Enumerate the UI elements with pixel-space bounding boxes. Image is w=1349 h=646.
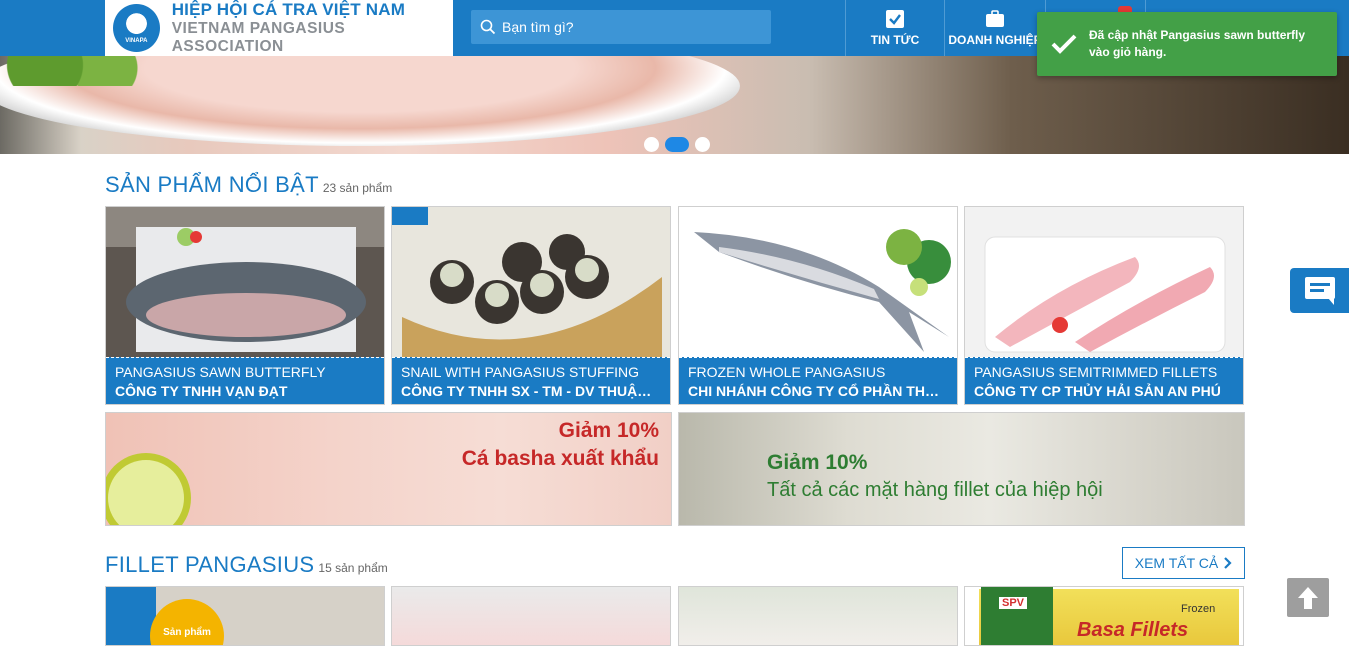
fillet-section-title: FILLET PANGASIUS 15 sản phẩm [105, 552, 388, 578]
product-card[interactable]: SPV Frozen Basa Fillets [964, 586, 1244, 646]
featured-count: 23 sản phẩm [322, 181, 393, 195]
briefcase-icon [986, 10, 1004, 27]
product-caption: SNAIL WITH PANGASIUS STUFFING CÔNG TY TN… [392, 357, 670, 404]
fillet-title-text: FILLET PANGASIUS [105, 552, 315, 577]
carousel-dot[interactable] [695, 137, 710, 152]
product-name[interactable]: SNAIL WITH PANGASIUS STUFFING [401, 364, 661, 380]
product-company[interactable]: CÔNG TY TNHH VẠN ĐẠT [115, 383, 375, 399]
nav-news-label: TIN TỨC [870, 33, 920, 47]
carousel-dots [644, 137, 710, 152]
chat-icon [1304, 276, 1335, 305]
logo-mark-icon: VINAPA [113, 4, 160, 52]
lime-icon [106, 453, 191, 525]
package-side [981, 587, 1053, 645]
product-card[interactable] [391, 586, 671, 646]
product-caption: PANGASIUS SEMITRIMMED FILLETS CÔNG TY CP… [965, 357, 1243, 404]
product-company[interactable]: CÔNG TY CP THỦY HẢI SẢN AN PHÚ [974, 383, 1234, 399]
carousel-dot[interactable] [644, 137, 659, 152]
nav-news[interactable]: TIN TỨC [845, 0, 944, 56]
view-all-button[interactable]: XEM TẤT CẢ [1122, 547, 1245, 579]
product-card[interactable] [678, 586, 958, 646]
product-caption: PANGASIUS SAWN BUTTERFLY CÔNG TY TNHH VẠ… [106, 357, 384, 404]
promo-banner-fillet[interactable]: Giảm 10% Tất cả các mặt hàng fillet của … [678, 412, 1245, 526]
fillet-count: 15 sản phẩm [318, 561, 388, 575]
site-logo[interactable]: VINAPA HIỆP HỘI CÁ TRA VIỆT NAM VIETNAM … [105, 0, 453, 56]
search-icon [480, 19, 496, 35]
package-label: Basa Fillets [1077, 619, 1189, 641]
promo-discount: Giảm 10% [558, 419, 659, 442]
product-company[interactable]: CÔNG TY TNHH SX - TM - DV THUẬN HƯNG [401, 383, 661, 399]
product-card[interactable]: SNAIL WITH PANGASIUS STUFFING CÔNG TY TN… [391, 206, 671, 405]
product-image [679, 207, 957, 357]
product-card[interactable]: FROZEN WHOLE PANGASIUS CHI NHÁNH CÔNG TY… [678, 206, 958, 405]
product-caption: FROZEN WHOLE PANGASIUS CHI NHÁNH CÔNG TY… [679, 357, 957, 404]
view-all-label: XEM TẤT CẢ [1134, 555, 1219, 571]
nav-business[interactable]: DOANH NGHIỆP [944, 0, 1045, 56]
brand-logo: SPV [999, 597, 1028, 609]
scroll-top-button[interactable] [1287, 578, 1329, 617]
product-image [965, 207, 1243, 357]
logo-title-en: VIETNAM PANGASIUS ASSOCIATION [171, 19, 346, 55]
package-frozen-text: Frozen [1181, 603, 1216, 615]
product-image [106, 207, 384, 357]
carousel-dot-active[interactable] [665, 137, 689, 152]
product-name[interactable]: FROZEN WHOLE PANGASIUS [688, 364, 948, 380]
product-company[interactable]: CHI NHÁNH CÔNG TY CỔ PHẦN THỦY SẢN [688, 383, 948, 399]
promo-banner-basa[interactable]: Giảm 10% Cá basha xuất khẩu [105, 412, 672, 526]
checkmark-icon [1051, 34, 1077, 54]
product-card[interactable]: PANGASIUS SAWN BUTTERFLY CÔNG TY TNHH VẠ… [105, 206, 385, 405]
banner-garnish [0, 56, 150, 86]
featured-section-title: SẢN PHẨM NỔI BẬT 23 sản phẩm [105, 172, 392, 198]
arrow-up-icon [1298, 586, 1318, 609]
check-square-icon [886, 10, 904, 28]
chevron-right-icon [1224, 557, 1232, 569]
product-name[interactable]: PANGASIUS SEMITRIMMED FILLETS [974, 364, 1234, 380]
promo-text: Tất cả các mặt hàng fillet của hiệp hội [767, 479, 1103, 501]
promo-discount: Giảm 10% [767, 451, 868, 474]
nav-business-label: DOANH NGHIỆP [948, 33, 1042, 47]
search-input[interactable] [502, 19, 752, 35]
product-badge: Sản phẩm [150, 599, 224, 645]
logo-title-vn: HIỆP HỘI CÁ TRA VIỆT NAM [171, 0, 406, 20]
toast-message: Đã cập nhật Pangasius sawn butterfly vào… [1089, 28, 1306, 59]
product-image [392, 207, 670, 357]
product-name[interactable]: PANGASIUS SAWN BUTTERFLY [115, 364, 375, 380]
promo-text: Cá basha xuất khẩu [461, 447, 659, 470]
card-corner-tag [106, 587, 156, 645]
chat-button[interactable] [1290, 268, 1349, 313]
product-card[interactable]: Sản phẩm [105, 586, 385, 646]
product-card[interactable]: PANGASIUS SEMITRIMMED FILLETS CÔNG TY CP… [964, 206, 1244, 405]
featured-title-text: SẢN PHẨM NỔI BẬT [105, 172, 319, 197]
search-bar[interactable] [471, 10, 771, 44]
cart-update-toast: Đã cập nhật Pangasius sawn butterfly vào… [1037, 12, 1337, 76]
